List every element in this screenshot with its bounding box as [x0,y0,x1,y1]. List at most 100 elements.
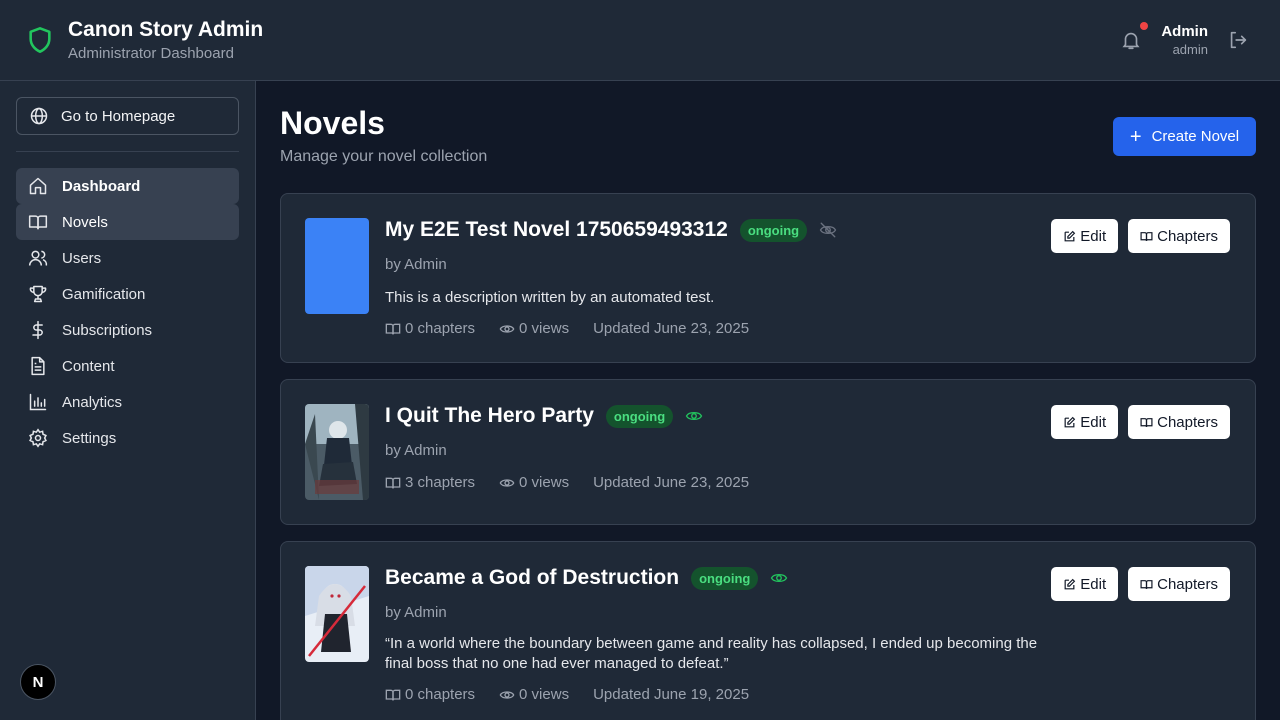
chapters-button[interactable]: Chapters [1128,219,1230,253]
chapter-count: 0 chapters [405,320,476,337]
novel-meta: 0 chapters 0 views Updated June 23, 2025 [385,320,773,337]
novel-author: by Admin [385,256,447,273]
edit-label: Edit [1080,227,1107,245]
page-title: Novels [280,105,385,141]
novel-title: I Quit The Hero Party [385,404,594,427]
novel-meta: 0 chapters 0 views Updated June 19, 2025 [385,686,773,703]
book-icon [385,477,401,488]
eye-icon[interactable] [685,407,703,425]
app-title: Canon Story Admin [68,18,264,41]
chart-icon [29,393,47,411]
logout-icon[interactable] [1227,29,1249,51]
user-role: admin [1172,42,1208,57]
edit-label: Edit [1080,413,1107,431]
novel-meta: 3 chapters 0 views Updated June 23, 2025 [385,474,773,491]
edit-icon [1064,416,1076,427]
novel-description: This is a description written by an auto… [385,289,715,306]
chapter-count: 0 chapters [405,686,476,703]
edit-icon [1064,578,1076,589]
sidebar-divider [16,151,239,152]
trophy-icon [29,285,47,303]
chapters-button[interactable]: Chapters [1128,567,1230,601]
book-icon [28,215,48,230]
novel-card: My E2E Test Novel 1750659493312 ongoing … [280,193,1256,363]
novel-title: Became a God of Destruction [385,566,680,589]
novel-author: by Admin [385,442,447,459]
updated-date: Updated June 19, 2025 [593,686,750,703]
sidebar-item-gamification[interactable]: Gamification [16,276,239,312]
edit-label: Edit [1080,575,1107,593]
edit-button[interactable]: Edit [1051,405,1119,439]
sidebar-item-novels[interactable]: Novels [16,204,239,240]
sidebar-item-settings[interactable]: Settings [16,420,239,456]
user-name: Admin [1161,23,1208,40]
sidebar-item-label: Analytics [62,393,123,411]
book-icon [1140,231,1153,241]
gear-icon [29,428,47,448]
edit-button[interactable]: Edit [1051,567,1119,601]
globe-icon [30,107,48,125]
dollar-icon [32,320,43,340]
book-icon [385,689,401,700]
create-novel-label: Create Novel [1151,128,1240,145]
chapter-count: 3 chapters [405,474,476,491]
page-subtitle: Manage your novel collection [280,148,488,165]
status-badge: ongoing [691,566,759,590]
view-count: 0 views [519,320,570,337]
sidebar-item-label: Content [62,357,115,375]
app-subtitle: Administrator Dashboard [68,45,234,62]
sidebar-item-label: Settings [62,429,117,447]
users-icon [28,250,48,266]
status-badge: ongoing [605,404,674,428]
updated-date: Updated June 23, 2025 [593,474,750,491]
sidebar-item-users[interactable]: Users [16,240,239,276]
chapters-button[interactable]: Chapters [1128,405,1230,439]
sidebar-item-analytics[interactable]: Analytics [16,384,239,420]
file-icon [31,356,45,376]
home-icon [29,177,47,195]
updated-date: Updated June 23, 2025 [593,320,750,337]
create-novel-button[interactable]: + Create Novel [1113,117,1256,156]
view-count: 0 views [519,686,570,703]
chapters-label: Chapters [1157,575,1218,593]
dev-tools-badge[interactable]: N [20,664,56,700]
sidebar-item-label: Novels [62,213,108,231]
sidebar-item-label: Subscriptions [62,321,153,339]
eye-icon [499,478,515,487]
sidebar-item-label: Dashboard [62,177,141,195]
sidebar: Go to Homepage Dashboard Novels Users Ga… [0,81,256,720]
eye-icon[interactable] [770,569,788,587]
shield-icon [29,27,51,53]
sidebar-nav: Dashboard Novels Users Gamification Subs… [16,168,239,456]
book-icon [1140,417,1153,427]
sidebar-item-subscriptions[interactable]: Subscriptions [16,312,239,348]
edit-icon [1064,230,1076,241]
novel-card: I Quit The Hero Party ongoing by Admin 3… [280,379,1256,525]
novel-card: Became a God of Destruction ongoing by A… [280,541,1256,720]
book-icon [385,323,401,334]
novel-cover [305,218,369,314]
novel-author: by Admin [385,604,447,621]
novel-cover [305,404,369,500]
eye-icon [499,324,515,333]
top-header: Canon Story Admin Administrator Dashboar… [0,0,1280,81]
sidebar-item-label: Users [62,249,102,267]
chapters-label: Chapters [1157,227,1218,245]
plus-icon: + [1129,125,1142,148]
novel-description: “In a world where the boundary between g… [385,635,1038,672]
bell-icon[interactable] [1120,28,1142,52]
novel-title: My E2E Test Novel 1750659493312 [385,218,728,241]
eye-icon [499,690,515,699]
chapters-label: Chapters [1157,413,1218,431]
notification-dot [1140,22,1148,30]
sidebar-item-content[interactable]: Content [16,348,239,384]
edit-button[interactable]: Edit [1051,219,1119,253]
view-count: 0 views [519,474,570,491]
go-to-homepage-button[interactable]: Go to Homepage [16,97,239,135]
book-icon [1140,579,1153,589]
novel-cover [305,566,369,662]
status-badge: ongoing [739,218,808,242]
eye-off-icon[interactable] [819,221,837,239]
sidebar-item-dashboard[interactable]: Dashboard [16,168,239,204]
sidebar-item-label: Gamification [62,285,146,303]
